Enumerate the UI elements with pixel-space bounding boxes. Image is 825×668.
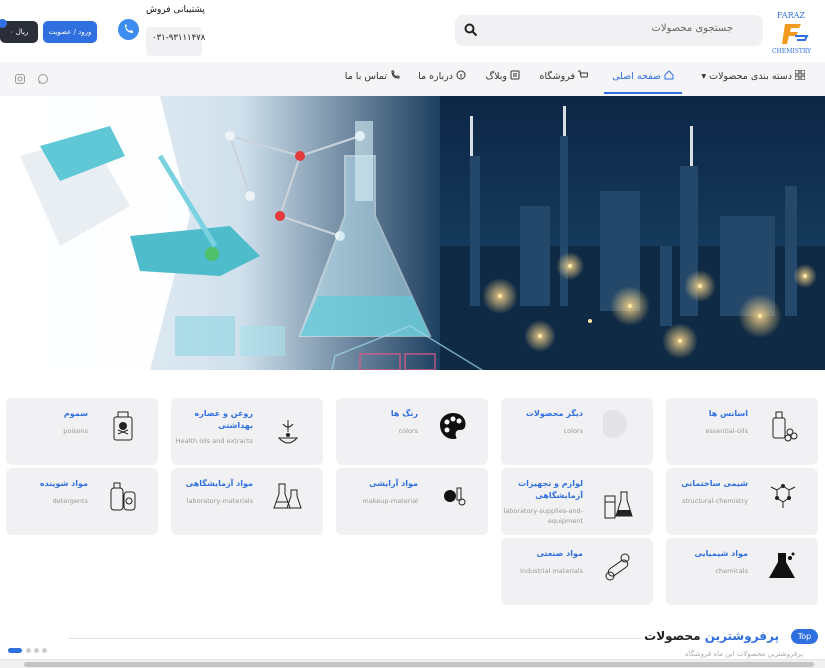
- category-card[interactable]: مواد صنعتی industrial materials: [501, 538, 653, 605]
- carousel-dot[interactable]: [26, 648, 31, 653]
- category-subtitle: colors: [563, 427, 583, 435]
- bestsellers-title-accent: پرفروشترین: [704, 629, 779, 643]
- detergent-icon: [110, 482, 136, 511]
- bestsellers-title: پرفروشترین محصولات: [644, 629, 779, 643]
- nav-label: صفحه اصلی: [612, 71, 661, 82]
- category-card[interactable]: دیگر محصولات colors: [501, 398, 653, 465]
- category-title: رنگ ها: [390, 409, 418, 418]
- category-subtitle: laboratory-supplies-and-equipment: [503, 507, 584, 525]
- blog-icon: [510, 70, 520, 80]
- carousel-dot[interactable]: [34, 648, 39, 653]
- category-title: مواد صنعتی: [536, 549, 583, 558]
- grid-icon: [795, 70, 805, 80]
- nav-label: درباره ما: [418, 71, 453, 82]
- whatsapp-icon[interactable]: [37, 73, 49, 85]
- bestsellers-subtitle: پرفروشترین محصولات این ماه فروشگاه: [685, 650, 803, 658]
- site-logo[interactable]: FARAZ CHEMISTRY: [771, 6, 819, 58]
- category-subtitle: laboratory-materials: [186, 497, 253, 505]
- category-card[interactable]: مواد شیمیایی chemicals: [666, 538, 818, 605]
- flasks-icon: [273, 483, 302, 509]
- top-badge: Top: [791, 629, 818, 644]
- makeup-icon: [444, 487, 466, 506]
- nav-item-home[interactable]: صفحه اصلی: [604, 62, 682, 94]
- home-icon: [664, 70, 674, 80]
- category-title: مواد شوینده: [39, 479, 88, 488]
- main-nav: دسته بندی محصولات ▾ صفحه اصلی فروشگاه وب…: [0, 62, 825, 96]
- nav-item-shop[interactable]: فروشگاه: [540, 62, 588, 94]
- hero-image: [0, 96, 825, 370]
- category-title: مواد آزمایشگاهی: [185, 479, 253, 488]
- category-title: اسانس ها: [708, 409, 748, 418]
- category-subtitle: poisons: [63, 427, 88, 435]
- category-title: مواد شیمیایی: [694, 549, 748, 558]
- category-title: دیگر محصولات: [525, 409, 583, 418]
- category-subtitle: Health oils and extracts: [175, 437, 253, 445]
- category-card[interactable]: اسانس ها essential-oils: [666, 398, 818, 465]
- carousel-dot-active[interactable]: [8, 648, 22, 653]
- nav-item-categories[interactable]: دسته بندی محصولات ▾: [701, 62, 805, 94]
- oil-icon: [277, 420, 299, 444]
- lab-equipment-icon: [604, 491, 633, 519]
- nav-item-contact[interactable]: تماس با ما: [345, 62, 400, 94]
- poison-icon: [113, 411, 133, 441]
- phone-icon: [391, 70, 400, 79]
- phone-call-icon[interactable]: [118, 19, 139, 40]
- support-title: پشتیبانی فروش: [146, 5, 205, 15]
- logo-text-bottom: CHEMISTRY: [772, 48, 812, 55]
- category-subtitle: colors: [398, 427, 418, 435]
- section-divider: [68, 638, 642, 639]
- category-card[interactable]: لوازم و تجهیزات آزمایشگاهی laboratory-su…: [501, 468, 653, 535]
- chemical-flask-icon: [769, 552, 795, 578]
- category-card[interactable]: روغن و عصاره بهداشتی Health oils and ext…: [171, 398, 323, 465]
- category-subtitle: industrial materials: [520, 567, 583, 575]
- molecule-icon: [770, 484, 796, 508]
- category-title: سموم: [63, 409, 88, 418]
- hero-banner[interactable]: [0, 96, 825, 370]
- cart-total: ۰ ریال: [9, 28, 29, 36]
- support-phone-box[interactable]: ۰۳۱-۹۳۱۱۱۴۷۸: [146, 27, 205, 56]
- login-register-button[interactable]: ورود / عضویت: [43, 21, 97, 43]
- essence-icon: [772, 411, 798, 442]
- horizontal-scrollbar[interactable]: [0, 659, 825, 668]
- nav-item-blog[interactable]: وبلاگ: [486, 62, 520, 94]
- category-subtitle: chemicals: [715, 567, 748, 575]
- category-title: شیمی ساختمانی: [681, 479, 748, 488]
- category-title: روغن و عصاره بهداشتی: [194, 409, 253, 430]
- carousel-dot[interactable]: [42, 648, 47, 653]
- placeholder-icon: [603, 410, 627, 438]
- nav-label: وبلاگ: [485, 71, 507, 82]
- category-title: لوازم و تجهیزات آزمایشگاهی: [518, 479, 583, 500]
- category-subtitle: essential-oils: [705, 427, 748, 435]
- category-card[interactable]: شیمی ساختمانی structural-chemistry: [666, 468, 818, 535]
- palette-icon: [440, 413, 466, 439]
- cart-icon: [578, 70, 588, 78]
- support-phone[interactable]: ۰۳۱-۹۳۱۱۱۴۷۸: [152, 33, 205, 43]
- search-input[interactable]: جستجوی محصولات: [651, 23, 733, 34]
- industrial-icon: [605, 553, 630, 581]
- category-card[interactable]: مواد آزمایشگاهی laboratory-materials: [171, 468, 323, 535]
- search-bar[interactable]: جستجوی محصولات: [455, 15, 763, 46]
- category-card[interactable]: مواد آرایشی makeup-material: [336, 468, 488, 535]
- nav-label: دسته بندی محصولات: [709, 71, 792, 82]
- logo-text-top: FARAZ: [777, 11, 805, 20]
- category-subtitle: structural-chemistry: [681, 497, 748, 505]
- category-card[interactable]: سموم poisons: [6, 398, 158, 465]
- category-card[interactable]: مواد شوینده detergents: [6, 468, 158, 535]
- nav-label: فروشگاه: [539, 71, 575, 82]
- site-header: FARAZ CHEMISTRY جستجوی محصولات پشتیبانی …: [0, 0, 825, 62]
- category-card[interactable]: رنگ ها colors: [336, 398, 488, 465]
- scrollbar-thumb[interactable]: [24, 662, 814, 667]
- bestsellers-title-rest: محصولات: [644, 629, 701, 643]
- info-icon: [456, 70, 466, 80]
- instagram-icon[interactable]: [14, 73, 26, 85]
- category-subtitle: detergents: [52, 497, 88, 505]
- category-subtitle: makeup-material: [362, 497, 418, 505]
- nav-label: تماس با ما: [344, 71, 387, 82]
- search-icon[interactable]: [464, 23, 478, 37]
- category-title: مواد آرایشی: [369, 479, 418, 488]
- nav-item-about[interactable]: درباره ما: [418, 62, 466, 94]
